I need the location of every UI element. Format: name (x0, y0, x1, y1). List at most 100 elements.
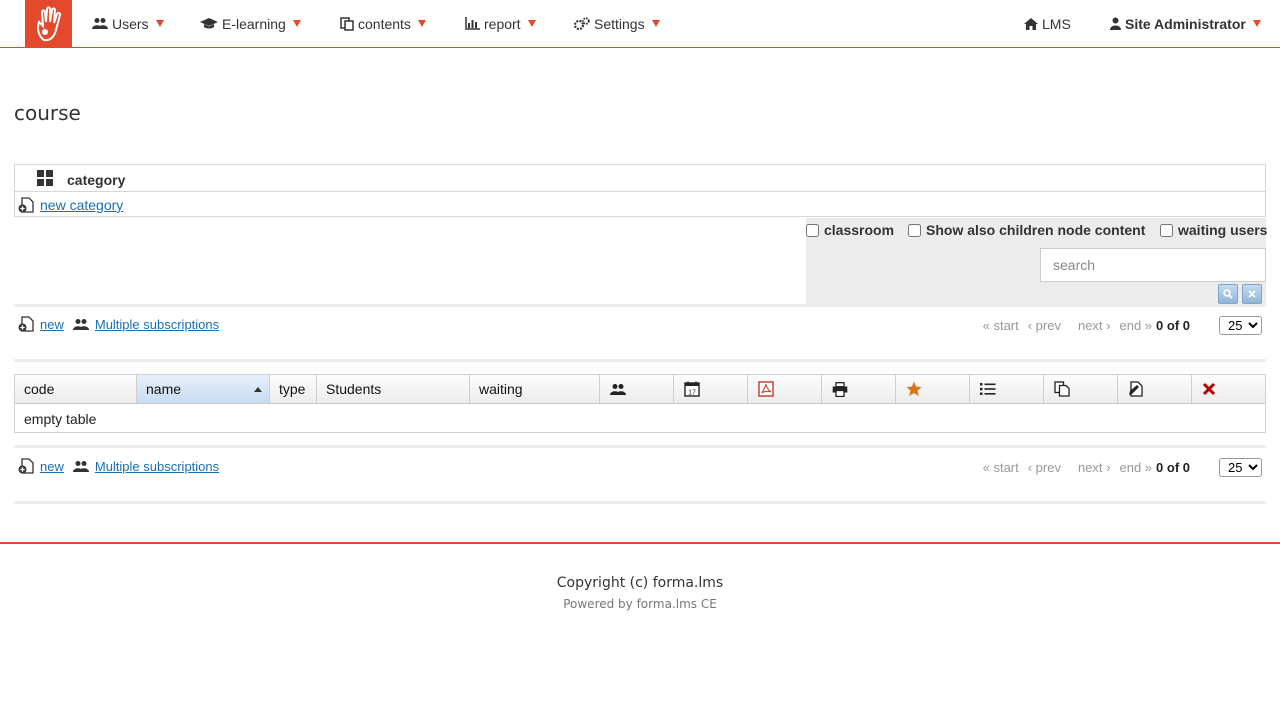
chevron-down-icon (155, 20, 164, 27)
nav-settings[interactable]: Settings (574, 0, 660, 47)
search-icon (1223, 289, 1233, 299)
table-header: code name type Students waiting 17 (15, 375, 1265, 404)
actions-bottom: new Multiple subscriptions (18, 458, 219, 474)
classroom-label: classroom (824, 222, 895, 238)
multiple-subscriptions-link-bottom[interactable]: Multiple subscriptions (95, 459, 219, 474)
multiple-subscriptions-link[interactable]: Multiple subscriptions (95, 317, 219, 332)
classroom-filter[interactable]: classroom (806, 222, 894, 238)
paging-next[interactable]: next › (1078, 460, 1111, 475)
nav-lms[interactable]: LMS (1024, 0, 1071, 47)
home-icon (1024, 17, 1038, 30)
pdf-icon (758, 381, 774, 397)
paging-next[interactable]: next › (1078, 318, 1111, 333)
page-size-select[interactable]: 25 (1219, 316, 1262, 335)
new-category-link[interactable]: new category (40, 197, 123, 213)
paging-prev[interactable]: ‹ prev (1028, 318, 1061, 333)
star-icon (906, 381, 922, 396)
nav-elearning[interactable]: E-learning (200, 0, 301, 47)
bar-chart-icon (465, 17, 480, 30)
search-input[interactable] (1040, 248, 1266, 282)
col-featured[interactable] (896, 375, 970, 403)
classroom-checkbox[interactable] (806, 223, 819, 237)
nav-admin-label: Site Administrator (1125, 15, 1246, 32)
graduation-cap-icon (200, 18, 218, 29)
col-name[interactable]: name (137, 375, 270, 403)
col-name-label: name (146, 381, 182, 397)
page-title: course (14, 101, 81, 125)
nav-users[interactable]: Users (92, 0, 164, 47)
col-copy[interactable] (1044, 375, 1118, 403)
col-code[interactable]: code (15, 375, 137, 403)
col-print[interactable] (822, 375, 896, 403)
col-students[interactable]: Students (317, 375, 470, 403)
print-icon (832, 381, 848, 397)
chevron-down-icon (1252, 20, 1261, 27)
category-tree: category new category (14, 164, 1266, 217)
col-edit[interactable] (1118, 375, 1192, 403)
col-delete[interactable] (1192, 375, 1265, 403)
page-size-select-bottom[interactable]: 25 (1219, 458, 1262, 477)
category-header-label: category (67, 172, 126, 188)
pagination-top: « start ‹ prev next › end » 0 of 0 (974, 318, 1190, 333)
nav-report[interactable]: report (465, 0, 536, 47)
new-course-link-bottom[interactable]: new (40, 459, 64, 474)
new-document-icon (18, 197, 34, 213)
col-waiting[interactable]: waiting (470, 375, 600, 403)
paging-prev[interactable]: ‹ prev (1028, 460, 1061, 475)
edit-document-icon (1129, 381, 1143, 397)
users-icon (610, 383, 626, 395)
users-icon (92, 18, 108, 29)
chevron-down-icon (651, 20, 660, 27)
nav-contents-label: contents (358, 15, 411, 32)
new-category-row: new category (18, 197, 123, 213)
new-document-icon (18, 316, 34, 332)
nav-report-label: report (484, 15, 521, 32)
divider (14, 445, 1266, 448)
chevron-down-icon (417, 20, 426, 27)
col-pdf[interactable] (748, 375, 822, 403)
users-icon (72, 460, 89, 472)
col-list[interactable] (970, 375, 1044, 403)
new-document-icon (18, 458, 34, 474)
delete-icon (1202, 382, 1216, 396)
col-subscriptions[interactable] (600, 375, 674, 403)
copy-icon (1054, 381, 1070, 397)
children-checkbox[interactable] (908, 223, 921, 237)
nav-users-label: Users (112, 15, 149, 32)
children-filter[interactable]: Show also children node content (908, 222, 1145, 238)
close-icon (1248, 290, 1256, 298)
paging-end[interactable]: end » (1119, 318, 1152, 333)
forma-logo[interactable] (25, 0, 72, 47)
paging-start[interactable]: « start (983, 318, 1019, 333)
waiting-filter[interactable]: waiting users (1160, 222, 1267, 238)
pagination-bottom: « start ‹ prev next › end » 0 of 0 (974, 460, 1190, 475)
nav-elearning-label: E-learning (222, 15, 286, 32)
new-course-link[interactable]: new (40, 317, 64, 332)
actions-top: new Multiple subscriptions (18, 316, 219, 332)
clear-search-button[interactable] (1242, 284, 1262, 304)
paging-end[interactable]: end » (1119, 460, 1152, 475)
users-icon (72, 318, 89, 330)
list-icon (980, 383, 996, 395)
nav-settings-label: Settings (594, 15, 645, 32)
powered-by-text: Powered by forma.lms CE (563, 597, 717, 611)
nav-contents[interactable]: contents (340, 0, 426, 47)
paging-start[interactable]: « start (983, 460, 1019, 475)
children-label: Show also children node content (926, 222, 1146, 238)
divider (14, 501, 1266, 504)
col-type[interactable]: type (270, 375, 317, 403)
col-calendar[interactable]: 17 (674, 375, 748, 403)
waiting-label: waiting users (1178, 222, 1268, 238)
chevron-down-icon (527, 20, 536, 27)
divider (14, 359, 1266, 362)
sort-ascending-icon (254, 387, 262, 392)
waiting-checkbox[interactable] (1160, 223, 1173, 237)
paging-count: 0 of 0 (1156, 460, 1190, 475)
divider (14, 304, 1266, 307)
filter-panel: classroom Show also children node conten… (806, 218, 1267, 304)
top-navbar: Users E-learning contents report Setting… (0, 0, 1280, 48)
search-button[interactable] (1218, 284, 1238, 304)
svg-text:17: 17 (688, 390, 696, 397)
category-header: category (15, 165, 1265, 192)
nav-admin-user[interactable]: Site Administrator (1110, 0, 1261, 47)
